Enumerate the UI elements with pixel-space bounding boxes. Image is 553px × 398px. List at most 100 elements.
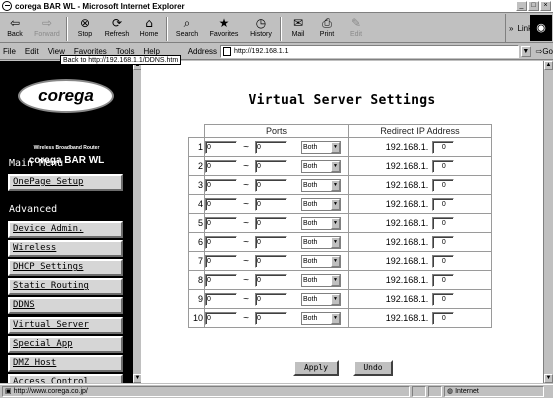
minimize-button[interactable]: _ xyxy=(516,1,527,11)
range-separator: ~ xyxy=(243,312,249,324)
sidebar-item-static-routing[interactable]: Static Routing xyxy=(8,278,123,296)
ip-prefix: 192.168.1. xyxy=(385,218,429,228)
port-end-input[interactable]: 0 xyxy=(255,178,287,192)
sidebar-item-device-admin[interactable]: Device Admin. xyxy=(8,221,123,238)
ports-cell: 0 ~0 Both ▼ xyxy=(204,156,349,176)
protocol-select[interactable]: Both ▼ xyxy=(301,216,341,230)
page-scroll-up-icon[interactable]: ▲ xyxy=(544,61,553,70)
sidebar-item-onepage-setup[interactable]: OnePage Setup xyxy=(8,174,123,191)
search-button[interactable]: ⌕ Search xyxy=(170,16,204,42)
go-button[interactable]: ⇨Go xyxy=(536,47,553,56)
toolbar-chevron[interactable]: » xyxy=(509,24,513,33)
sidebar-item-ddns[interactable]: DDNS xyxy=(8,297,123,315)
mail-button[interactable]: ✉ Mail xyxy=(284,16,312,42)
port-end-input[interactable]: 0 xyxy=(255,216,287,230)
port-start-input[interactable]: 0 xyxy=(205,197,237,211)
refresh-button[interactable]: ⟳ Refresh xyxy=(100,16,134,42)
maximize-button[interactable]: □ xyxy=(528,1,539,11)
row-number: 10 xyxy=(188,308,205,328)
ip-last-octet-input[interactable]: 0 xyxy=(432,140,455,154)
port-end-input[interactable]: 0 xyxy=(255,273,287,287)
edit-button[interactable]: ✎ Edit xyxy=(342,16,370,42)
forward-button[interactable]: ⇨ Forward xyxy=(30,16,64,42)
protocol-select[interactable]: Both ▼ xyxy=(301,140,341,154)
menu-edit[interactable]: Edit xyxy=(25,47,39,56)
row-number: 4 xyxy=(188,194,205,214)
port-end-input[interactable]: 0 xyxy=(255,140,287,154)
redirect-ip-cell: 192.168.1. 0 xyxy=(348,308,492,328)
chevron-down-icon: ▼ xyxy=(331,274,340,286)
history-button[interactable]: ◷ History xyxy=(244,16,278,42)
port-end-input[interactable]: 0 xyxy=(255,292,287,306)
port-start-input[interactable]: 0 xyxy=(205,273,237,287)
print-button[interactable]: ⎙ Print xyxy=(312,16,342,42)
protocol-select[interactable]: Both ▼ xyxy=(301,197,341,211)
port-end-input[interactable]: 0 xyxy=(255,197,287,211)
protocol-select[interactable]: Both ▼ xyxy=(301,311,341,325)
range-separator: ~ xyxy=(243,236,249,248)
sidebar-item-access-control[interactable]: Access Control xyxy=(8,373,123,383)
undo-button[interactable]: Undo xyxy=(353,360,393,376)
protocol-select[interactable]: Both ▼ xyxy=(301,254,341,268)
ip-last-octet-input[interactable]: 0 xyxy=(432,178,455,192)
ip-last-octet-input[interactable]: 0 xyxy=(432,216,455,230)
port-start-input[interactable]: 0 xyxy=(205,140,237,154)
page-scrollbar[interactable]: ▲ ▼ xyxy=(543,61,553,383)
ip-last-octet-input[interactable]: 0 xyxy=(432,273,455,287)
port-end-input[interactable]: 0 xyxy=(255,311,287,325)
redirect-ip-cell: 192.168.1. 0 xyxy=(348,156,492,176)
port-start-input[interactable]: 0 xyxy=(205,292,237,306)
ip-last-octet-input[interactable]: 0 xyxy=(432,159,455,173)
favorites-button[interactable]: ★ Favorites xyxy=(204,16,244,42)
port-start-input[interactable]: 0 xyxy=(205,235,237,249)
ip-last-octet-input[interactable]: 0 xyxy=(432,197,455,211)
port-end-input[interactable]: 0 xyxy=(255,159,287,173)
home-button[interactable]: ⌂ Home xyxy=(134,16,164,42)
protocol-select[interactable]: Both ▼ xyxy=(301,159,341,173)
ip-last-octet-input[interactable]: 0 xyxy=(432,292,455,306)
address-input[interactable]: http://192.168.1.1 xyxy=(220,45,520,58)
close-button[interactable]: × xyxy=(540,1,551,11)
ip-last-octet-input[interactable]: 0 xyxy=(432,254,455,268)
protocol-select[interactable]: Both ▼ xyxy=(301,178,341,192)
row-number-header xyxy=(189,125,205,138)
chevron-down-icon: ▼ xyxy=(331,312,340,324)
port-start-input[interactable]: 0 xyxy=(205,311,237,325)
protocol-select[interactable]: Both ▼ xyxy=(301,235,341,249)
ip-last-octet-input[interactable]: 0 xyxy=(432,235,455,249)
address-value[interactable]: http://192.168.1.1 xyxy=(234,48,289,55)
port-end-input[interactable]: 0 xyxy=(255,254,287,268)
ip-prefix: 192.168.1. xyxy=(385,256,429,266)
row-number: 3 xyxy=(188,175,205,195)
toolbar-button-label: Refresh xyxy=(104,31,130,38)
protocol-value: Both xyxy=(303,162,318,170)
sidebar-item-dhcp-settings[interactable]: DHCP Settings xyxy=(8,259,123,277)
row-number: 9 xyxy=(188,289,205,309)
favorites-icon: ★ xyxy=(218,16,230,30)
apply-button[interactable]: Apply xyxy=(293,360,339,376)
menu-file[interactable]: File xyxy=(3,47,16,56)
page-scroll-down-icon[interactable]: ▼ xyxy=(544,374,553,383)
port-end-input[interactable]: 0 xyxy=(255,235,287,249)
protocol-select[interactable]: Both ▼ xyxy=(301,292,341,306)
status-url-pane: ▣ http://www.corega.co.jp/ xyxy=(2,386,410,397)
sidebar-scrollbar[interactable]: ▲ ▼ xyxy=(133,61,142,383)
stop-button[interactable]: ⊗ Stop xyxy=(70,16,100,42)
protocol-value: Both xyxy=(303,143,318,151)
toolbar-button-label: Mail xyxy=(291,31,305,38)
table-row: 2 0 ~0 Both ▼ 192.168.1. 0 xyxy=(188,156,492,176)
port-start-input[interactable]: 0 xyxy=(205,254,237,268)
sidebar-item-wireless[interactable]: Wireless xyxy=(8,240,123,258)
sidebar-item-virtual-server[interactable]: Virtual Server xyxy=(8,316,123,334)
toolbar-separator xyxy=(166,17,168,41)
ip-last-octet-input[interactable]: 0 xyxy=(432,311,455,325)
page-icon xyxy=(223,47,232,56)
port-start-input[interactable]: 0 xyxy=(205,159,237,173)
address-dropdown-button[interactable]: ▼ xyxy=(521,46,531,57)
sidebar-item-special-app[interactable]: Special App xyxy=(8,335,123,353)
sidebar-item-dmz-host[interactable]: DMZ Host xyxy=(8,354,123,372)
back-button[interactable]: ⇦ Back xyxy=(0,16,30,42)
port-start-input[interactable]: 0 xyxy=(205,216,237,230)
protocol-select[interactable]: Both ▼ xyxy=(301,273,341,287)
port-start-input[interactable]: 0 xyxy=(205,178,237,192)
